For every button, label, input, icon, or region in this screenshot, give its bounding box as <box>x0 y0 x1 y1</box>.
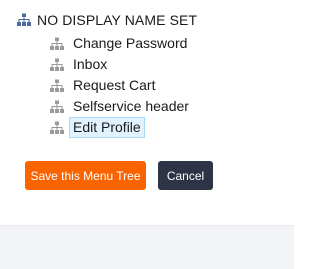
tree-item-inbox[interactable]: Inbox <box>50 54 193 75</box>
save-menu-tree-button[interactable]: Save this Menu Tree <box>25 161 146 190</box>
tree-item-label: Inbox <box>73 56 108 72</box>
footer-band <box>0 225 294 269</box>
sitemap-icon <box>50 79 64 93</box>
sitemap-icon <box>50 121 64 135</box>
tree-item-label: Change Password <box>73 35 188 51</box>
tree-item-change-password[interactable]: Change Password <box>50 33 193 54</box>
sitemap-icon <box>50 100 64 114</box>
menu-tree-panel: NO DISPLAY NAME SET Change Password Inbo… <box>0 0 294 225</box>
cancel-button[interactable]: Cancel <box>158 161 213 190</box>
tree-root-node[interactable]: NO DISPLAY NAME SET <box>17 10 197 30</box>
tree-item-request-cart[interactable]: Request Cart <box>50 75 193 96</box>
tree-item-label: Request Cart <box>73 77 156 93</box>
tree-root-label: NO DISPLAY NAME SET <box>37 12 198 28</box>
tree-item-label: Edit Profile <box>69 117 145 138</box>
sitemap-icon <box>50 58 64 72</box>
tree-item-edit-profile[interactable]: Edit Profile <box>50 117 193 138</box>
tree-item-selfservice-header[interactable]: Selfservice header <box>50 96 193 117</box>
tree-children: Change Password Inbox Request Cart Selfs… <box>50 33 193 138</box>
sitemap-icon <box>50 37 64 51</box>
tree-item-label: Selfservice header <box>73 98 189 114</box>
sitemap-icon <box>17 13 31 27</box>
